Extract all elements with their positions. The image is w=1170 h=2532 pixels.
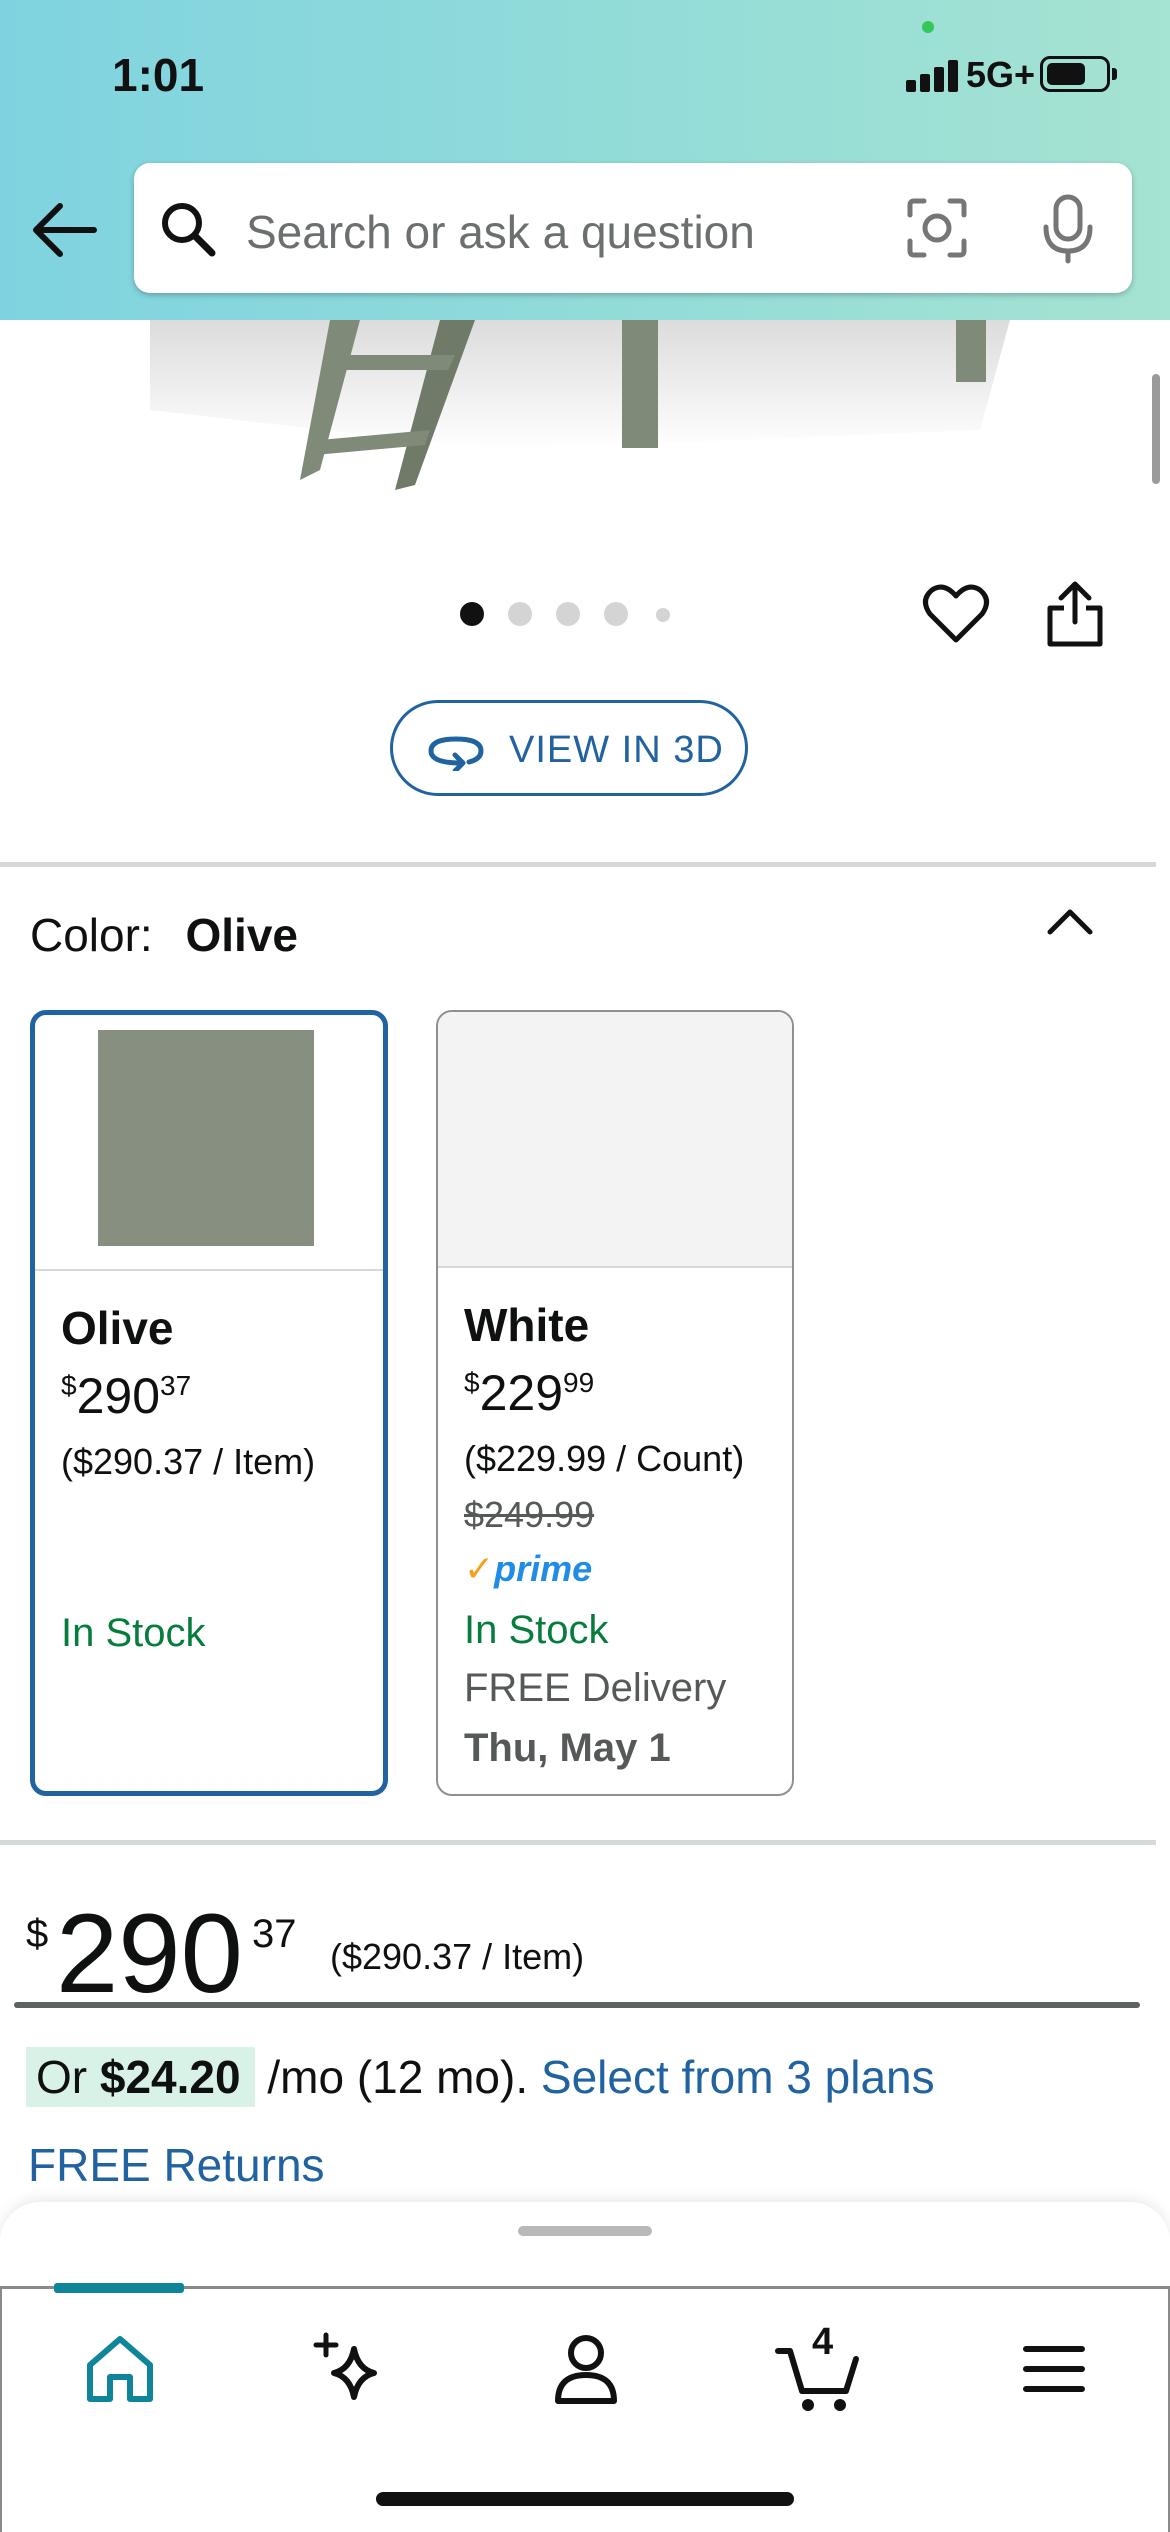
cart-button[interactable]: 4 (772, 2321, 868, 2417)
select-plans-link[interactable]: Select from 3 plans (541, 2051, 935, 2103)
heart-icon[interactable] (922, 580, 990, 648)
product-photo (150, 320, 1010, 490)
chevron-up-icon[interactable] (1042, 900, 1098, 940)
bottom-sheet: 4 (0, 2202, 1170, 2532)
product-unit-price: ($290.37 / Item) (330, 1936, 585, 1977)
product-image[interactable] (0, 320, 1170, 540)
option-price: $22999 (464, 1365, 595, 1421)
nav-active-indicator (54, 2283, 184, 2293)
sparkle-icon[interactable] (302, 2321, 398, 2417)
option-delivery-date: Thu, May 1 (464, 1726, 671, 1770)
search-input[interactable]: Search or ask a question (246, 205, 755, 259)
option-name: White (464, 1299, 590, 1351)
home-indicator (376, 2492, 794, 2506)
microphone-icon[interactable] (1038, 193, 1098, 265)
installment-highlight: Or $24.20 (26, 2047, 255, 2107)
option-stock: In Stock (61, 1611, 206, 1655)
battery-icon (1040, 56, 1110, 92)
battery-tip (1112, 68, 1117, 80)
prime-badge: ✓prime (464, 1548, 593, 1589)
sheet-drag-handle[interactable] (518, 2226, 652, 2236)
status-time: 1:01 (112, 49, 205, 101)
pagination-dot[interactable] (556, 602, 580, 626)
color-label: Color: (30, 909, 153, 961)
swatch-thumbnail (35, 1015, 383, 1271)
search-bar[interactable]: Search or ask a question (134, 163, 1132, 293)
menu-icon[interactable] (1006, 2321, 1102, 2417)
signal-icon (906, 58, 962, 92)
divider (0, 862, 1156, 867)
installment-offer: Or $24.20 /mo (12 mo). Select from 3 pla… (26, 2047, 935, 2107)
pagination-dot[interactable] (656, 608, 670, 622)
scrollbar[interactable] (1152, 374, 1160, 484)
swatch-thumbnail (438, 1012, 792, 1268)
price-underline (14, 2002, 1140, 2008)
share-icon[interactable] (1044, 578, 1106, 650)
option-stock: In Stock (464, 1608, 609, 1652)
network-type: 5G+ (966, 54, 1036, 95)
option-delivery: FREE Delivery (464, 1666, 727, 1710)
color-selector-header: Color: Olive (30, 908, 298, 962)
view-in-3d-button[interactable]: VIEW IN 3D (390, 700, 748, 796)
privacy-indicator (922, 21, 934, 33)
installment-term: /mo (12 mo). (267, 2051, 529, 2103)
selected-color: Olive (185, 909, 299, 961)
option-price: $29037 (61, 1368, 192, 1424)
pagination-dot[interactable] (604, 602, 628, 626)
person-icon[interactable] (538, 2321, 634, 2417)
option-unit-price: ($290.37 / Item) (61, 1441, 316, 1482)
option-list-price: $249.99 (464, 1494, 595, 1535)
prime-check-icon: ✓ (464, 1548, 495, 1589)
view-in-3d-label: VIEW IN 3D (509, 729, 724, 771)
olive-swatch (98, 1030, 314, 1246)
app-header: 1:01 5G+ Search or ask a question (0, 0, 1170, 320)
camera-icon[interactable] (904, 195, 970, 261)
back-arrow-icon[interactable] (30, 198, 100, 262)
color-option-olive[interactable]: Olive $29037 ($290.37 / Item) In Stock (30, 1010, 388, 1796)
search-icon (162, 203, 216, 257)
cart-count: 4 (812, 2321, 834, 2363)
divider (0, 1840, 1156, 1845)
option-name: Olive (61, 1302, 174, 1354)
pagination-dot[interactable] (460, 602, 484, 626)
rotate-3d-icon (428, 736, 484, 771)
pagination-dot[interactable] (508, 602, 532, 626)
home-icon[interactable] (72, 2321, 168, 2417)
free-returns-link[interactable]: FREE Returns (28, 2138, 325, 2192)
color-option-white[interactable]: White $22999 ($229.99 / Count) $249.99 ✓… (436, 1010, 794, 1796)
option-unit-price: ($229.99 / Count) (464, 1438, 745, 1479)
